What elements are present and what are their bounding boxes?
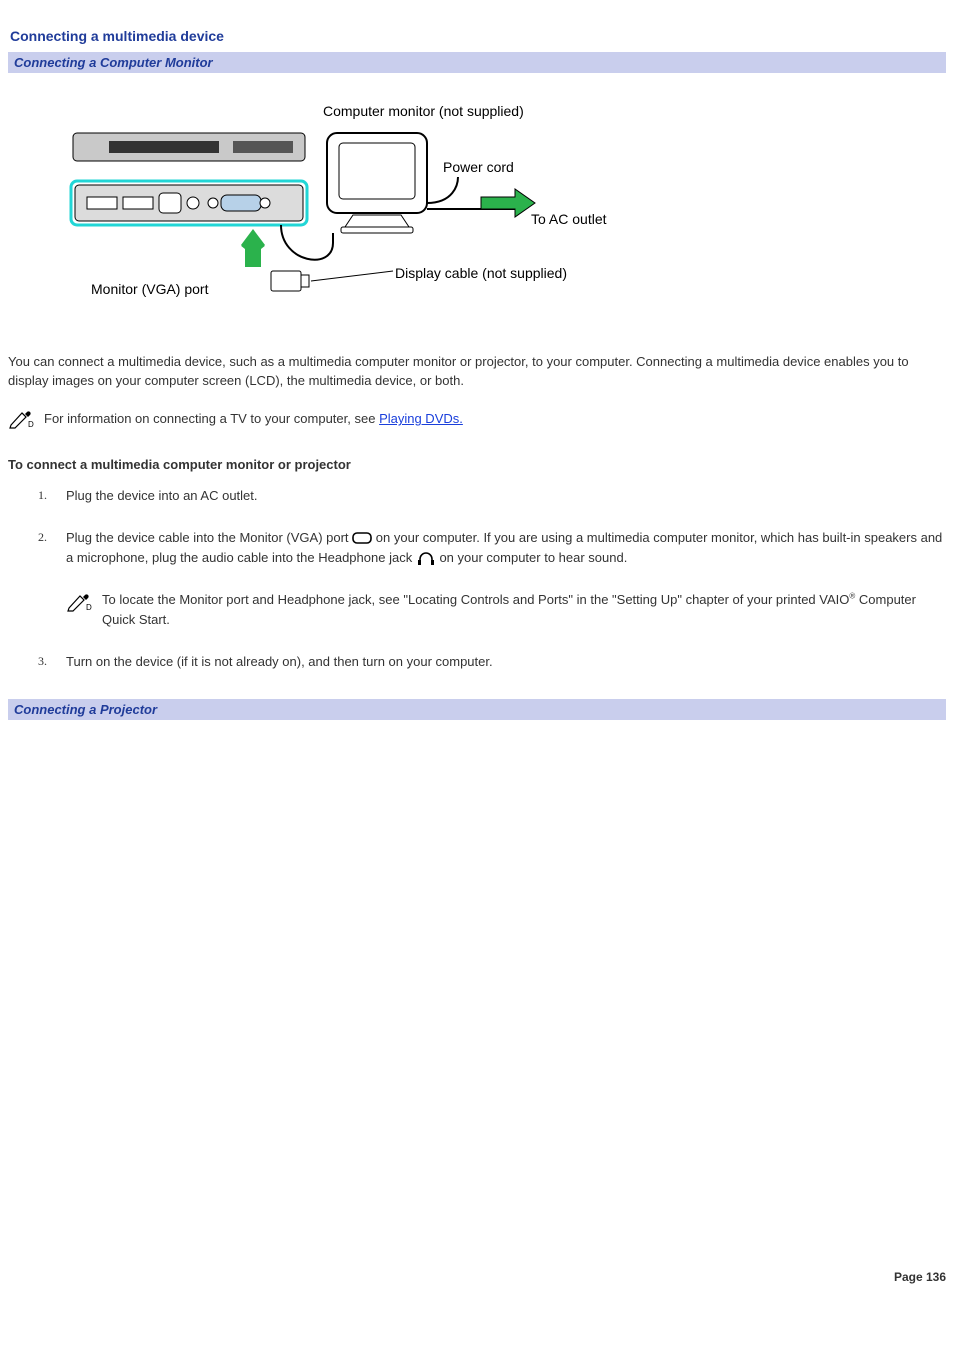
page-title: Connecting a multimedia device xyxy=(10,28,946,44)
step-3: Turn on the device (if it is not already… xyxy=(38,652,946,694)
label-vga-port: Monitor (VGA) port xyxy=(91,281,208,297)
connection-diagram: Computer monitor (not supplied) Power co… xyxy=(63,103,946,313)
note-icon: D xyxy=(8,409,34,429)
note-text: For information on connecting a TV to yo… xyxy=(44,411,463,426)
svg-text:D: D xyxy=(28,420,34,429)
intro-paragraph: You can connect a multimedia device, suc… xyxy=(8,353,946,391)
svg-text:D: D xyxy=(86,603,92,612)
headphone-icon xyxy=(416,550,436,566)
step-2: Plug the device cable into the Monitor (… xyxy=(38,528,946,653)
label-display-cable: Display cable (not supplied) xyxy=(395,265,567,281)
note-tv: D For information on connecting a TV to … xyxy=(8,409,946,429)
step-2-note: D To locate the Monitor port and Headpho… xyxy=(66,590,946,630)
section-header-projector: Connecting a Projector xyxy=(8,699,946,720)
label-monitor: Computer monitor (not supplied) xyxy=(323,103,524,119)
vga-port-icon xyxy=(352,530,372,546)
page-number: Page 136 xyxy=(8,1270,946,1284)
steps-list: Plug the device into an AC outlet. Plug … xyxy=(38,486,946,695)
step-1: Plug the device into an AC outlet. xyxy=(38,486,946,528)
label-ac-outlet: To AC outlet xyxy=(531,211,607,227)
link-playing-dvds[interactable]: Playing DVDs. xyxy=(379,411,463,426)
note-icon: D xyxy=(66,592,92,612)
procedure-heading: To connect a multimedia computer monitor… xyxy=(8,457,946,472)
label-power-cord: Power cord xyxy=(443,159,514,175)
section-header-monitor: Connecting a Computer Monitor xyxy=(8,52,946,73)
